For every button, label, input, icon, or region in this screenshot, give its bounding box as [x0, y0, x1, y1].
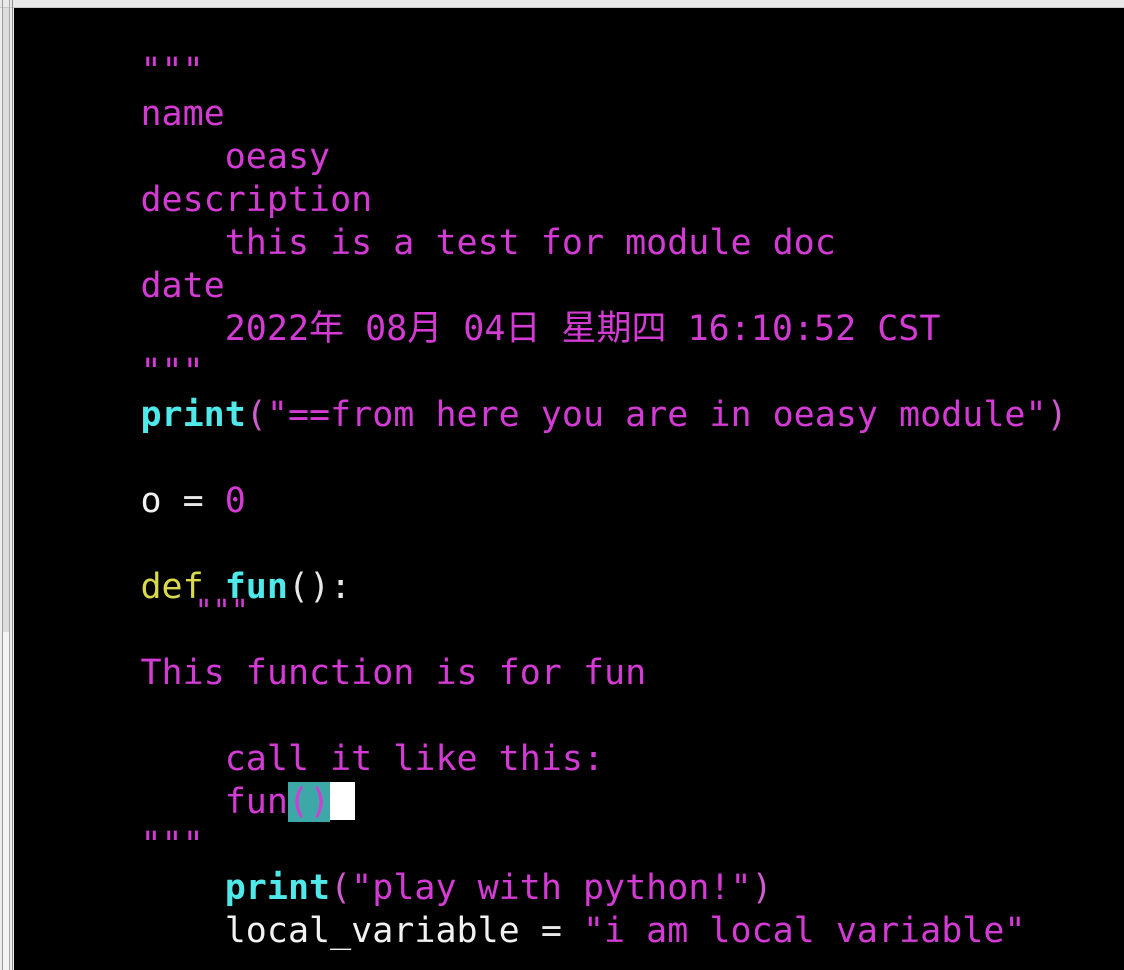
print-open-paren: (	[245, 395, 267, 435]
code-line-3[interactable]: description	[14, 136, 372, 220]
code-line-1[interactable]: name	[14, 50, 224, 134]
code-line-4[interactable]: this is a test for module doc	[14, 179, 836, 263]
localvar-assign-operator: =	[540, 911, 583, 951]
code-line-18[interactable]: """	[14, 781, 203, 865]
window-border-line-mid	[9, 0, 10, 970]
code-line-13[interactable]: """	[14, 558, 249, 629]
localvar-indent	[140, 911, 224, 951]
code-line-0[interactable]: """	[14, 7, 203, 91]
terminal-window: """ name oeasy description this is a tes…	[0, 0, 1124, 970]
code-line-5[interactable]: date	[14, 222, 224, 306]
code-line-19[interactable]: print("play with python!")	[14, 824, 773, 908]
localvar-string-literal: "i am local variable"	[582, 911, 1026, 951]
assign-operator: =	[182, 481, 225, 521]
code-line-8[interactable]: print("==from here you are in oeasy modu…	[14, 351, 1067, 435]
print-function-name: print	[140, 395, 246, 435]
print-close-paren: )	[1046, 395, 1068, 435]
code-line-17[interactable]: fun()	[14, 738, 356, 822]
code-line-7[interactable]: """	[14, 308, 203, 392]
doc-value-description: this is a test for module doc	[140, 223, 836, 263]
window-border-line-inner	[12, 0, 13, 970]
code-line-16[interactable]: call it like this:	[14, 695, 604, 779]
window-top-chrome	[0, 0, 1124, 8]
variable-o: o	[140, 481, 183, 521]
selected-parens[interactable]: ()	[287, 782, 331, 822]
code-editor-pane[interactable]: """ name oeasy description this is a tes…	[14, 7, 1124, 970]
code-line-2[interactable]: oeasy	[14, 93, 330, 177]
localvar-identifier: local_variable	[224, 911, 541, 951]
doc-value-date: 2022年 08月 04日 星期四 16:10:52 CST	[140, 309, 941, 349]
number-zero: 0	[224, 481, 246, 521]
function-doc-line-1: This function is for fun	[140, 653, 647, 693]
window-border-line-outer	[2, 0, 3, 970]
code-line-10[interactable]: o = 0	[14, 437, 245, 521]
code-line-6[interactable]: 2022年 08月 04日 星期四 16:10:52 CST	[14, 265, 941, 349]
function-signature-tail: ():	[287, 567, 352, 607]
text-cursor	[330, 782, 356, 820]
print-string-literal: "==from here you are in oeasy module"	[266, 395, 1047, 435]
code-line-14[interactable]: This function is for fun	[14, 609, 646, 693]
code-line-20[interactable]: local_variable = "i am local variable"	[14, 867, 1026, 951]
